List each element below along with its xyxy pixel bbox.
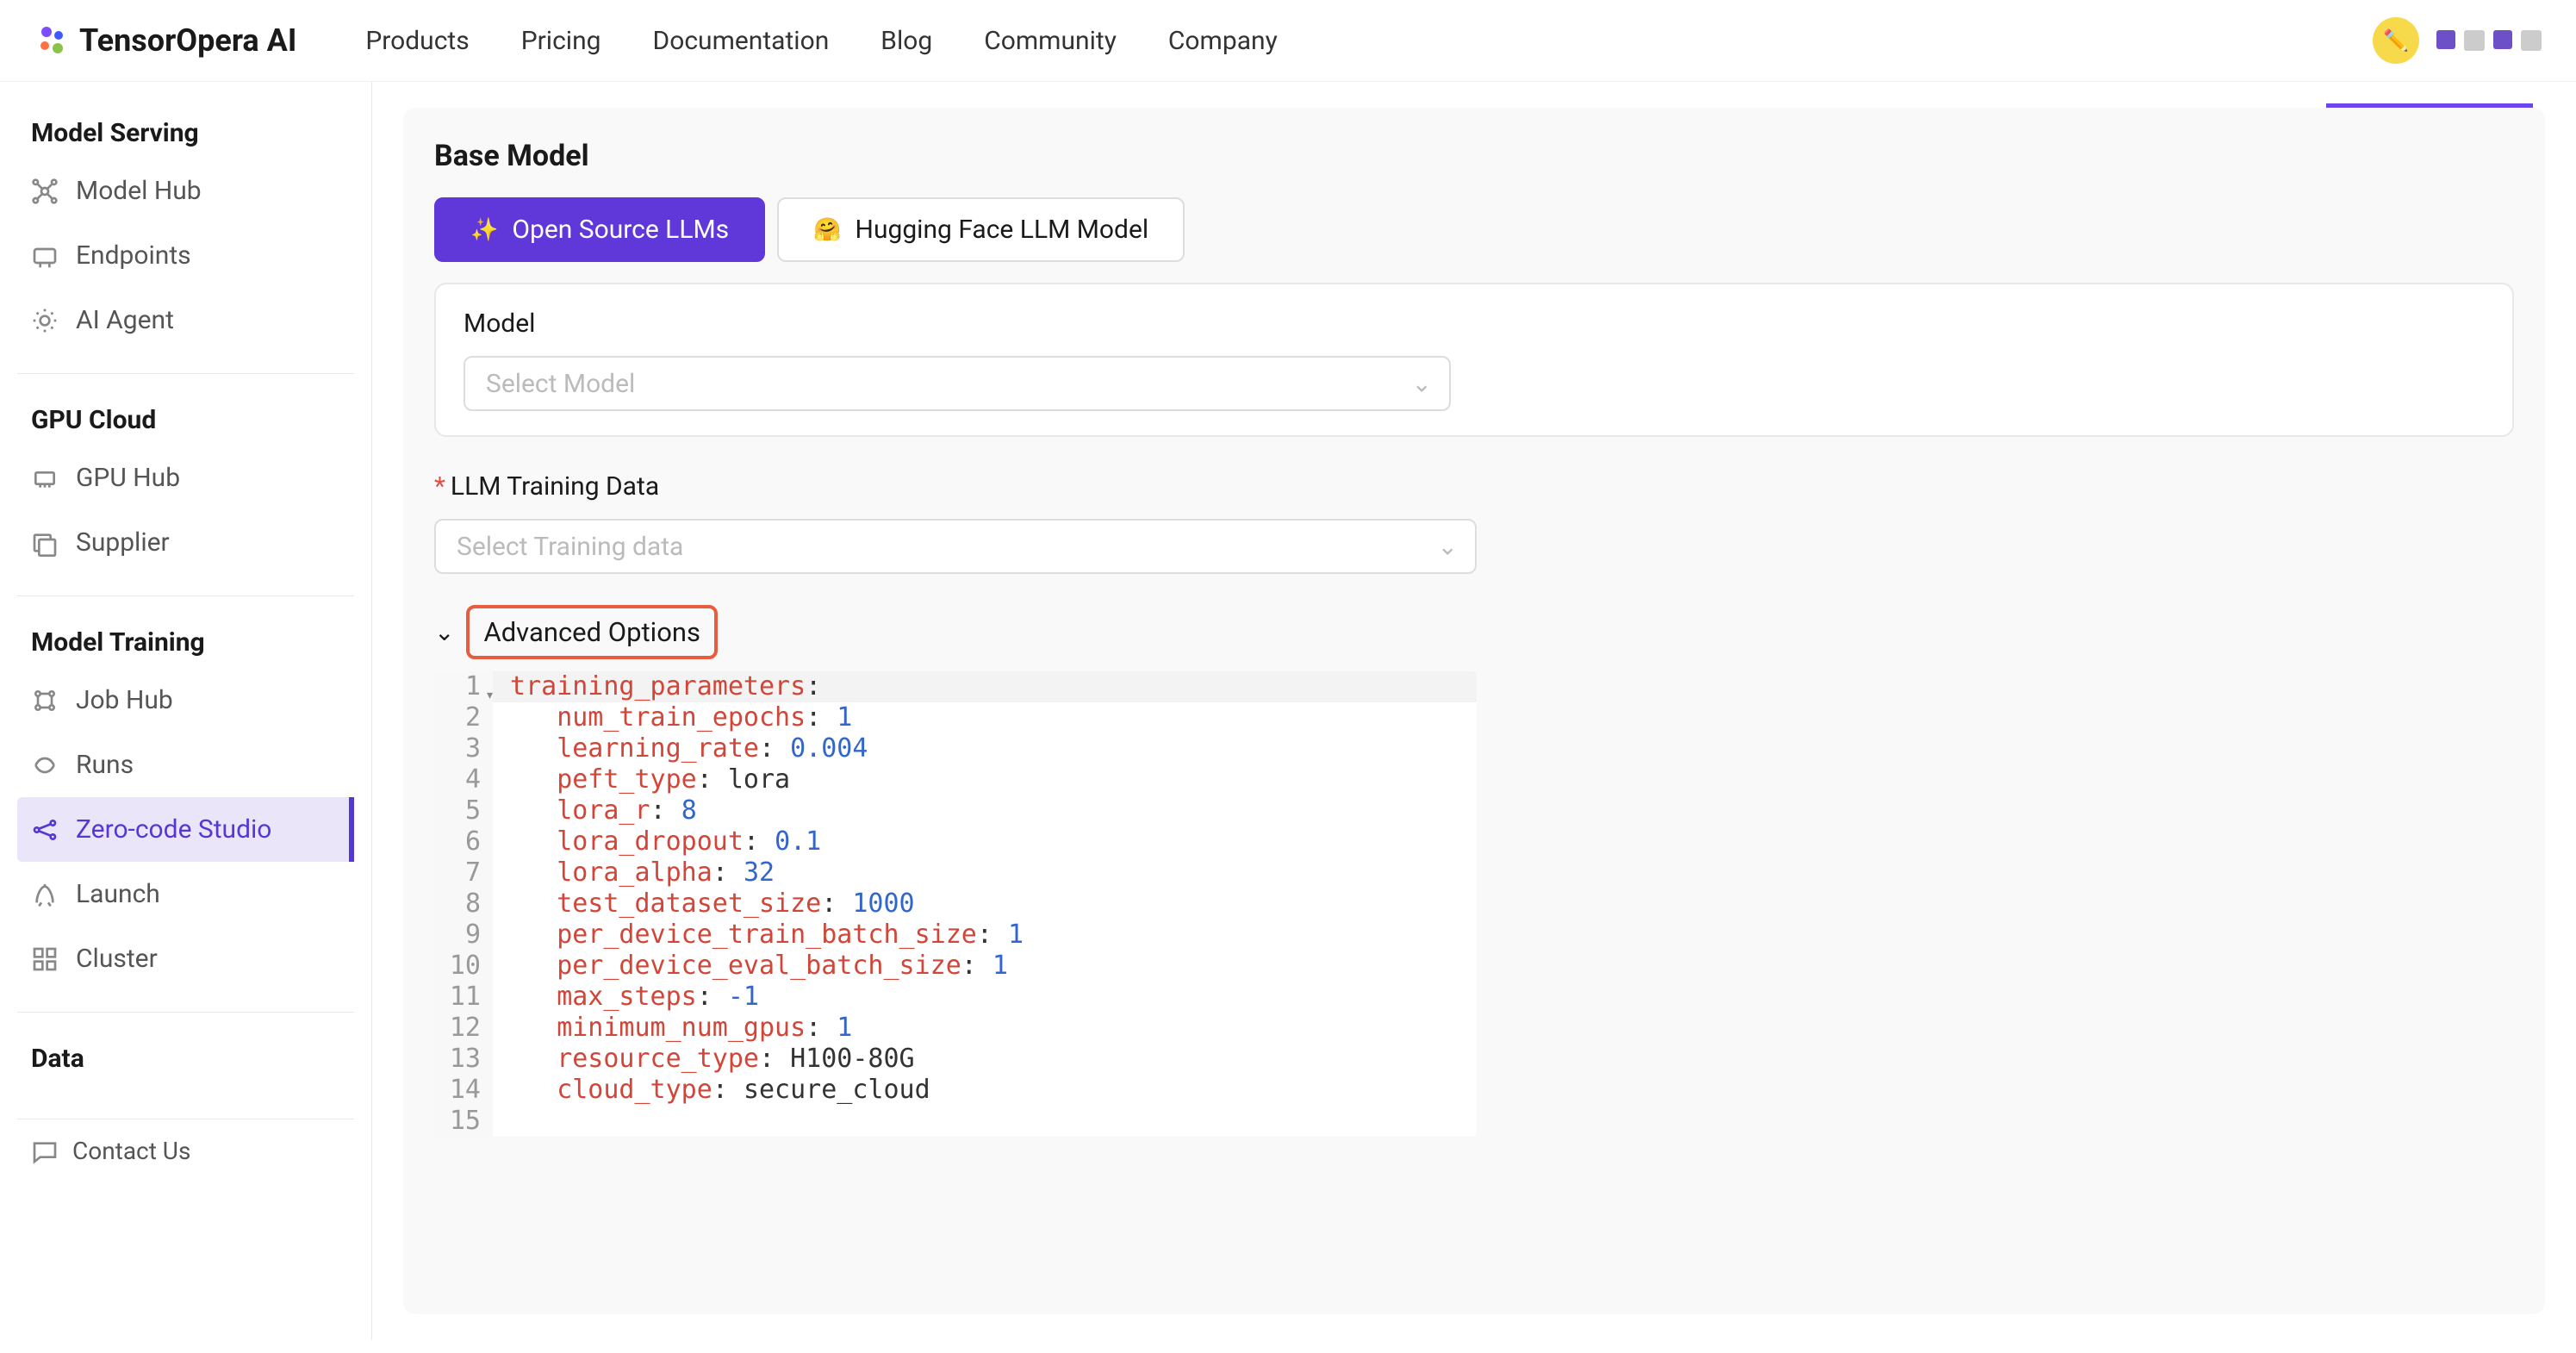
contact-label: Contact Us (72, 1137, 190, 1165)
section-data: Data (17, 1033, 354, 1084)
sidebar-label: AI Agent (76, 305, 174, 335)
model-card: Model Select Model ⌄ (434, 283, 2514, 437)
code-line[interactable]: 4 peft_type: lora (434, 764, 1477, 795)
chevron-down-icon: ⌄ (434, 618, 454, 646)
sparkle-icon: ✨ (470, 217, 498, 243)
topbar: TensorOpera AI Products Pricing Document… (0, 0, 2576, 82)
launch-icon (31, 881, 59, 908)
main: Base Model ✨ Open Source LLMs 🤗 Hugging … (372, 82, 2576, 1340)
code-line[interactable]: 6 lora_dropout: 0.1 (434, 826, 1477, 857)
panel: Base Model ✨ Open Source LLMs 🤗 Hugging … (403, 108, 2545, 1314)
tab-open-source-llms[interactable]: ✨ Open Source LLMs (434, 197, 765, 262)
model-select[interactable]: Select Model ⌄ (464, 356, 1451, 411)
chevron-down-icon: ⌄ (1412, 370, 1432, 398)
code-line[interactable]: 11 max_steps: -1 (434, 982, 1477, 1013)
logo[interactable]: TensorOpera AI (34, 22, 296, 59)
contact-us[interactable]: Contact Us (17, 1119, 354, 1182)
sidebar-label: Model Hub (76, 176, 202, 206)
sidebar-label: GPU Hub (76, 463, 180, 493)
tab-label: Open Source LLMs (512, 215, 729, 245)
topbar-right (2373, 17, 2542, 64)
logo-icon (34, 23, 69, 58)
endpoints-icon (31, 242, 59, 270)
chevron-down-icon: ⌄ (1438, 533, 1458, 561)
nav-blog[interactable]: Blog (880, 26, 932, 56)
training-data-label: *LLM Training Data (434, 471, 2514, 502)
code-line[interactable]: 10 per_device_eval_batch_size: 1 (434, 951, 1477, 982)
code-line[interactable]: 12 minimum_num_gpus: 1 (434, 1013, 1477, 1044)
sidebar-item-job-hub[interactable]: Job Hub (17, 668, 354, 733)
hub-icon (31, 178, 59, 205)
gpu-icon (31, 465, 59, 492)
code-line[interactable]: 3 learning_rate: 0.004 (434, 733, 1477, 764)
divider (17, 373, 354, 374)
training-data-placeholder: Select Training data (434, 519, 1477, 574)
agent-icon (31, 307, 59, 334)
sidebar-item-runs[interactable]: Runs (17, 733, 354, 797)
sidebar-item-model-hub[interactable]: Model Hub (17, 159, 354, 223)
model-source-tabs: ✨ Open Source LLMs 🤗 Hugging Face LLM Mo… (434, 197, 2514, 262)
model-field-label: Model (464, 309, 2485, 339)
advanced-options-toggle[interactable]: ⌄ Advanced Options (434, 605, 2514, 659)
cluster-icon (31, 945, 59, 973)
training-data-select[interactable]: Select Training data ⌄ (434, 519, 1477, 574)
studio-icon (31, 816, 59, 844)
top-nav: Products Pricing Documentation Blog Comm… (365, 26, 1277, 56)
sidebar-label: Job Hub (76, 685, 173, 715)
code-line[interactable]: 15 (434, 1106, 1477, 1137)
nav-pricing[interactable]: Pricing (521, 26, 601, 56)
chat-icon (31, 1138, 59, 1165)
code-line[interactable]: 13 resource_type: H100-80G (434, 1044, 1477, 1075)
brand-text: TensorOpera AI (79, 22, 296, 59)
nav-documentation[interactable]: Documentation (653, 26, 830, 56)
runs-icon (31, 751, 59, 779)
avatar[interactable] (2373, 17, 2419, 64)
code-line[interactable]: 2 num_train_epochs: 1 (434, 702, 1477, 733)
divider (17, 595, 354, 596)
accent-line (2326, 103, 2533, 108)
sidebar-label: Cluster (76, 944, 158, 974)
training-data-field: *LLM Training Data Select Training data … (434, 471, 2514, 574)
user-indicator (2436, 30, 2542, 51)
divider (17, 1012, 354, 1013)
sidebar-label: Zero-code Studio (76, 814, 271, 845)
sidebar-item-cluster[interactable]: Cluster (17, 926, 354, 991)
sidebar-item-launch[interactable]: Launch (17, 862, 354, 926)
sidebar-item-gpu-hub[interactable]: GPU Hub (17, 446, 354, 510)
sidebar-item-zero-code-studio[interactable]: Zero-code Studio (17, 797, 354, 862)
model-select-placeholder: Select Model (464, 356, 1451, 411)
section-gpu-cloud: GPU Cloud (17, 395, 354, 446)
tab-label: Hugging Face LLM Model (856, 215, 1149, 245)
code-line[interactable]: 9 per_device_train_batch_size: 1 (434, 920, 1477, 951)
code-line[interactable]: 1▾training_parameters: (434, 671, 1477, 702)
section-model-serving: Model Serving (17, 108, 354, 159)
huggingface-icon: 🤗 (813, 217, 841, 243)
sidebar-label: Supplier (76, 527, 170, 558)
sidebar-item-supplier[interactable]: Supplier (17, 510, 354, 575)
sidebar-label: Runs (76, 750, 134, 780)
advanced-options-label: Advanced Options (466, 605, 718, 659)
code-line[interactable]: 7 lora_alpha: 32 (434, 857, 1477, 888)
tab-hugging-face[interactable]: 🤗 Hugging Face LLM Model (777, 197, 1185, 262)
sidebar-label: Endpoints (76, 240, 191, 271)
section-model-training: Model Training (17, 617, 354, 668)
nav-company[interactable]: Company (1168, 26, 1278, 56)
code-line[interactable]: 5 lora_r: 8 (434, 795, 1477, 826)
code-editor[interactable]: 1▾training_parameters:2 num_train_epochs… (434, 671, 1477, 1137)
code-line[interactable]: 8 test_dataset_size: 1000 (434, 888, 1477, 920)
nav-community[interactable]: Community (984, 26, 1117, 56)
supplier-icon (31, 529, 59, 557)
sidebar: Model Serving Model Hub Endpoints AI Age… (0, 82, 372, 1340)
job-icon (31, 687, 59, 714)
required-asterisk: * (434, 471, 445, 502)
base-model-heading: Base Model (434, 139, 2514, 173)
sidebar-item-ai-agent[interactable]: AI Agent (17, 288, 354, 352)
nav-products[interactable]: Products (365, 26, 469, 56)
sidebar-item-endpoints[interactable]: Endpoints (17, 223, 354, 288)
sidebar-label: Launch (76, 879, 160, 909)
code-line[interactable]: 14 cloud_type: secure_cloud (434, 1075, 1477, 1106)
